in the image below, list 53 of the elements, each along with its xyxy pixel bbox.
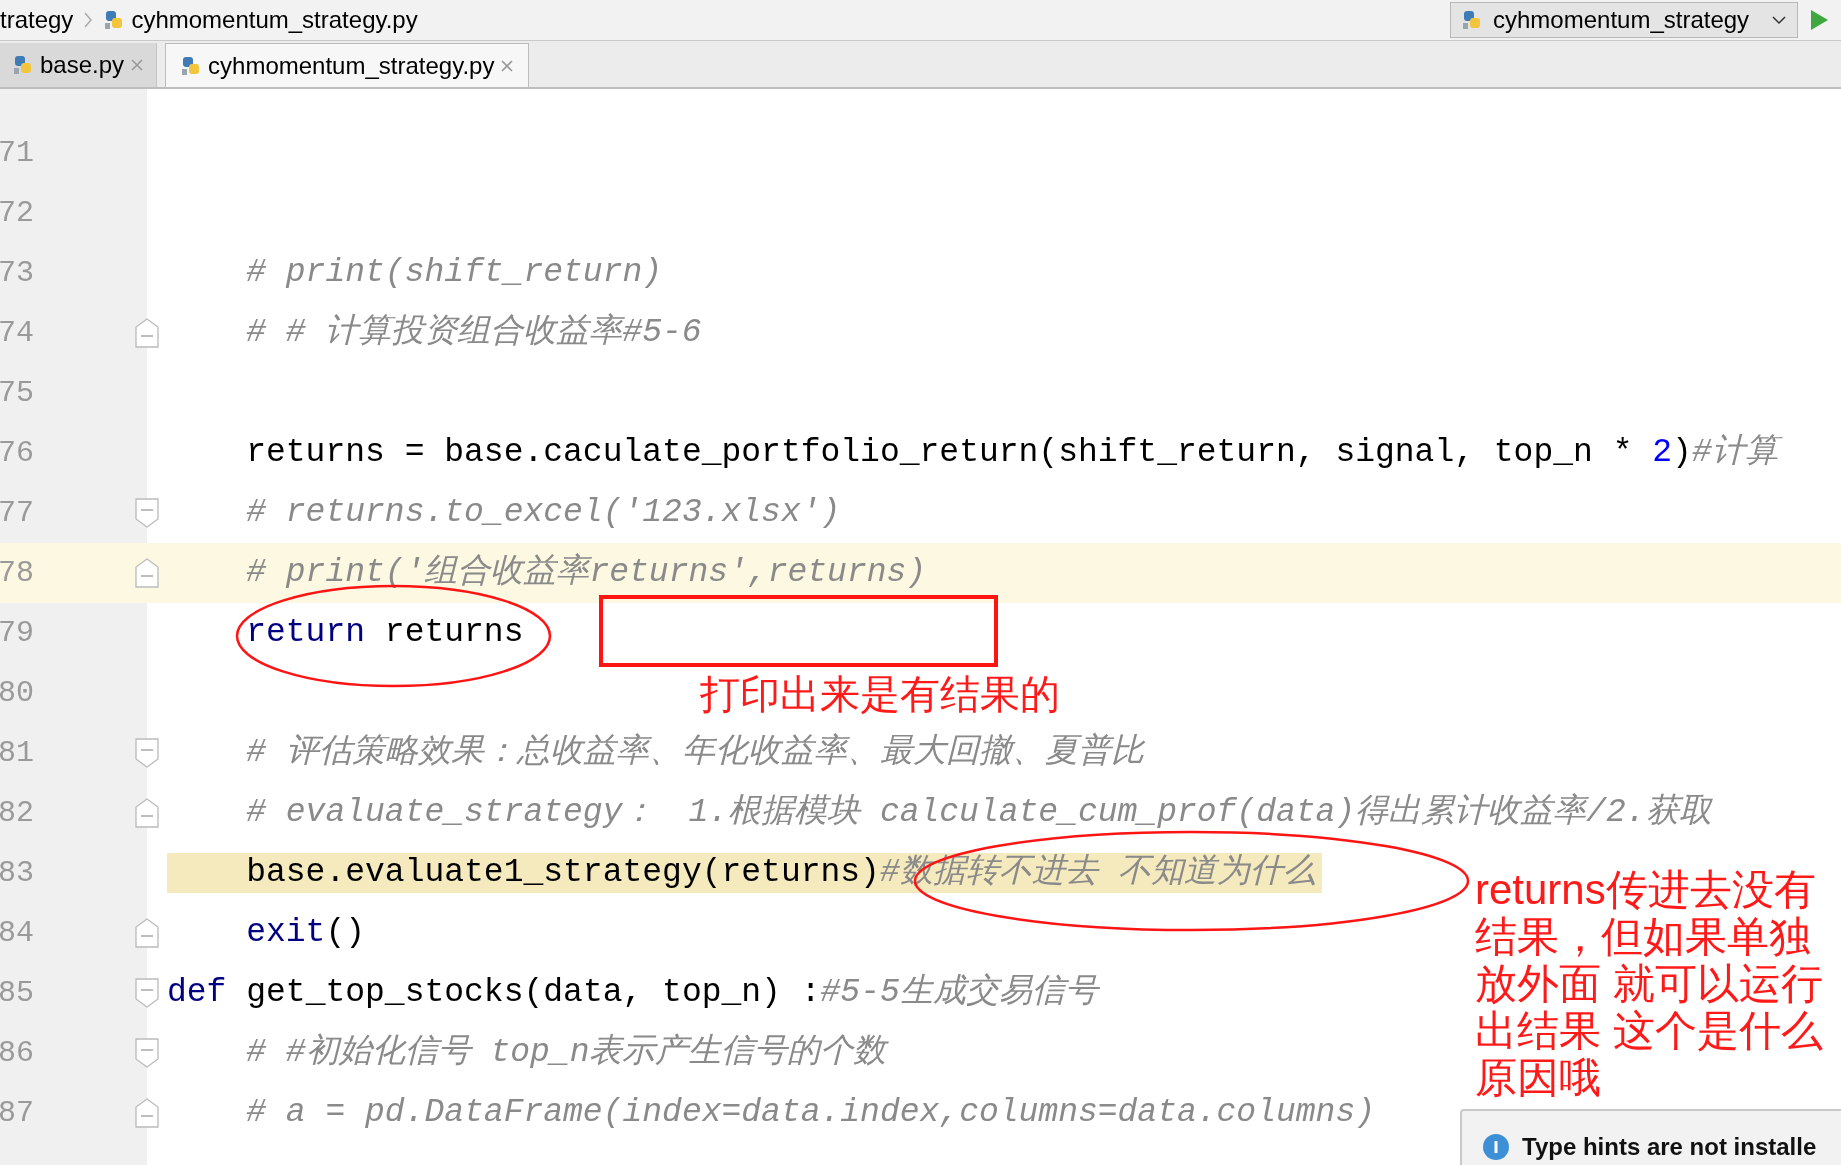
notification-text: Type hints are not installe	[1522, 1133, 1817, 1161]
info-icon	[1482, 1133, 1510, 1161]
fold-icon[interactable]	[134, 317, 160, 349]
fold-icon[interactable]	[134, 1097, 160, 1129]
code-line: def get_top_stocks(data, top_n) :#5-5生成交易信号	[167, 973, 1101, 1013]
annotation-text: 打印出来是有结果的	[700, 671, 1060, 718]
code-line: returns = base.caculate_portfolio_return(shift_return, signal, top_n * 2)#计算	[167, 433, 1784, 473]
code-line: return returns	[245, 613, 525, 653]
breadcrumb-item[interactable]: cyhmomentum_strategy.py	[103, 6, 418, 34]
fold-icon[interactable]	[134, 497, 160, 529]
code-line: # #初始化信号 top_n表示产生信号的个数	[245, 1033, 890, 1073]
code-line: # print(shift_return)	[245, 253, 664, 293]
line-number: 81	[0, 736, 35, 770]
close-icon[interactable]	[500, 58, 515, 73]
line-number: 76	[0, 436, 35, 470]
line-number: 79	[0, 616, 35, 650]
line-number: 72	[0, 196, 35, 230]
fold-icon[interactable]	[134, 977, 160, 1009]
fold-icon[interactable]	[134, 917, 160, 949]
caret-icon	[1771, 15, 1787, 25]
code-line: # # 计算投资组合收益率#5-6	[245, 313, 703, 353]
line-number: 78	[0, 556, 35, 590]
fold-icon[interactable]	[134, 1037, 160, 1069]
fold-icon[interactable]	[134, 557, 160, 589]
file-icon	[12, 54, 34, 76]
line-number: 75	[0, 376, 35, 410]
code-line: # returns.to_excel('123.xlsx')	[245, 493, 842, 533]
file-icon	[1461, 9, 1483, 31]
line-number: 74	[0, 316, 35, 350]
file-tab[interactable]: cyhmomentum_strategy.py	[165, 43, 530, 87]
run-icon[interactable]	[1808, 8, 1830, 32]
close-icon[interactable]	[130, 58, 145, 72]
annotation-text: returns传进去没有 结果，但如果单独 放外面 就可以运行 出结果 这个是什么 原因哦	[1475, 866, 1823, 1101]
line-number: 83	[0, 856, 35, 890]
code-line: # evaluate_strategy： 1.根据模块 calculate_cum_prof(data)得出累计收益率/2.获取	[245, 793, 1714, 833]
line-number: 77	[0, 496, 35, 530]
code-line: # 评估策略效果：总收益率、年化收益率、最大回撤、夏普比	[245, 733, 1146, 773]
line-number: 82	[0, 796, 35, 830]
breadcrumb-item[interactable]: trategy	[0, 6, 74, 34]
fold-icon[interactable]	[134, 737, 160, 769]
line-number: 86	[0, 1036, 35, 1070]
code-line: # print('组合收益率returns',returns)	[245, 553, 928, 593]
line-number: 73	[0, 256, 35, 290]
fold-icon[interactable]	[134, 797, 160, 829]
run-configuration-dropdown[interactable]: cyhmomentum_strategy	[1450, 2, 1798, 38]
line-number: 80	[0, 676, 35, 710]
code-line: exit()	[245, 913, 367, 953]
line-number: 71	[0, 136, 35, 170]
code-line: # a = pd.DataFrame(index=data.index,columns=data.columns)	[245, 1093, 1376, 1133]
line-number: 85	[0, 976, 35, 1010]
line-number: 87	[0, 1096, 35, 1130]
file-tab[interactable]: base.py	[0, 43, 158, 87]
line-number: 84	[0, 916, 35, 950]
